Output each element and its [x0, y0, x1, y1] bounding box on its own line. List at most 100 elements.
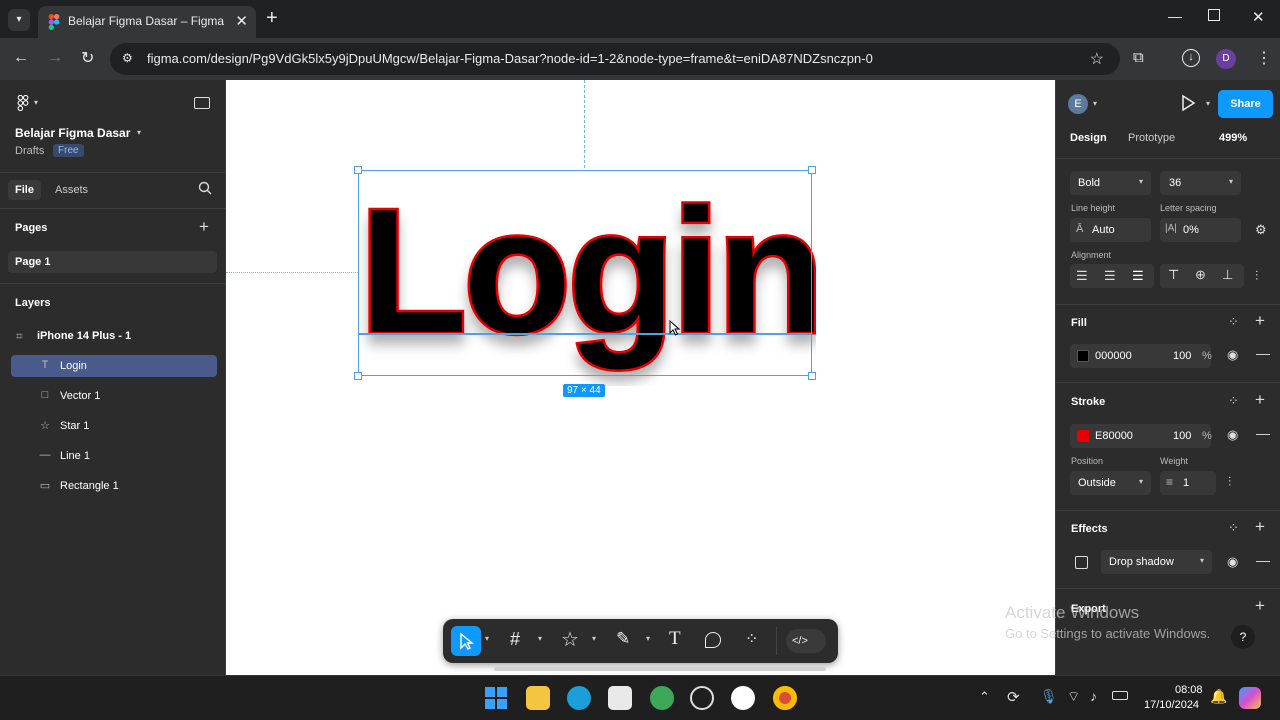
recording-app-icon[interactable] [690, 686, 714, 710]
layer-rectangle-1[interactable]: ▭ Rectangle 1 [11, 475, 217, 497]
type-settings-icon[interactable]: ⚙ [1255, 222, 1267, 238]
minimize-button[interactable]: — [1168, 8, 1182, 24]
effect-checkbox[interactable] [1075, 556, 1088, 569]
copilot-icon[interactable] [1239, 687, 1261, 709]
effect-type-select[interactable]: Drop shadow ▾ [1101, 550, 1212, 574]
resize-handle-top-right[interactable] [808, 166, 816, 174]
search-icon[interactable] [198, 181, 212, 195]
tab-file[interactable]: File [8, 180, 41, 200]
tab-prototype[interactable]: Prototype [1128, 132, 1175, 144]
layer-login[interactable]: T Login [11, 355, 217, 377]
media-player-icon[interactable] [731, 686, 755, 710]
fill-hex[interactable]: 000000 [1095, 350, 1132, 362]
design-canvas[interactable]: Login 97 × 44 ▾ # ▾ ☆ ▾ ✎ ▾ T ⁘ </> [226, 80, 1055, 675]
chevron-down-icon[interactable]: ▾ [485, 634, 489, 643]
edge-browser-icon[interactable] [567, 686, 591, 710]
file-name-chevron-icon[interactable]: ▾ [137, 128, 141, 137]
tab-search-button[interactable]: ▾ [8, 9, 30, 31]
chevron-down-icon[interactable]: ▾ [538, 634, 542, 643]
omnibox[interactable]: ⚙ figma.com/design/Pg9VdGk5lx5y9jDpuUMgc… [110, 43, 1120, 75]
align-bottom-icon[interactable]: ⊥ [1222, 267, 1233, 283]
chevron-down-icon[interactable]: ▾ [592, 634, 596, 643]
notifications-bell-icon[interactable]: 🔔 [1210, 688, 1227, 705]
shape-star-tool-icon[interactable]: ☆ [561, 627, 579, 652]
styles-grid-icon[interactable]: ⁘ [1228, 520, 1239, 536]
visibility-eye-icon[interactable]: ◉ [1227, 347, 1238, 363]
add-effect-icon[interactable]: + [1255, 517, 1265, 537]
extensions-icon[interactable]: ⧉ [1133, 49, 1144, 66]
store-icon[interactable] [608, 686, 632, 710]
page-item-page-1[interactable]: Page 1 [8, 251, 217, 273]
battery-icon[interactable] [1112, 691, 1128, 700]
resize-handle-top-left[interactable] [354, 166, 362, 174]
file-explorer-icon[interactable] [526, 686, 550, 710]
profile-avatar[interactable]: D [1216, 49, 1236, 69]
visibility-eye-icon[interactable]: ◉ [1227, 554, 1238, 570]
fill-swatch[interactable] [1077, 350, 1089, 362]
font-weight-select[interactable]: Bold ▾ [1070, 171, 1151, 195]
tab-design[interactable]: Design [1070, 132, 1107, 144]
wifi-icon[interactable]: ⌔ [1067, 688, 1080, 706]
close-tab-icon[interactable]: ✕ [235, 12, 248, 30]
chevron-down-icon[interactable]: ▾ [646, 634, 650, 643]
dev-mode-toggle[interactable]: </> [786, 629, 826, 653]
remove-fill-icon[interactable]: — [1256, 345, 1270, 361]
clock-date[interactable]: 17/10/2024 [1144, 699, 1199, 711]
stroke-hex[interactable]: E80000 [1095, 430, 1133, 442]
resize-handle-bottom-right[interactable] [808, 372, 816, 380]
align-right-icon[interactable]: ☰ [1132, 268, 1144, 284]
volume-icon[interactable]: ♪ [1090, 688, 1097, 704]
add-fill-icon[interactable]: + [1255, 311, 1265, 331]
layer-line-1[interactable]: — Line 1 [11, 445, 217, 467]
stroke-weight-field[interactable]: ≡ 1 [1160, 471, 1216, 495]
reload-icon[interactable]: ↻ [81, 48, 94, 68]
align-middle-icon[interactable]: ⊕ [1195, 267, 1206, 283]
visibility-eye-icon[interactable]: ◉ [1227, 427, 1238, 443]
chrome-icon[interactable] [773, 686, 797, 710]
help-button[interactable]: ? [1231, 625, 1255, 649]
stroke-settings-icon[interactable]: ⫶ [1228, 474, 1231, 490]
stroke-opacity[interactable]: 100 [1173, 430, 1191, 442]
chevron-up-icon[interactable]: ⌃ [979, 689, 990, 705]
remove-stroke-icon[interactable]: — [1256, 425, 1270, 441]
toggle-sidebar-icon[interactable] [194, 97, 210, 109]
styles-grid-icon[interactable]: ⁘ [1228, 314, 1239, 330]
microphone-icon[interactable]: 🎙 [1040, 688, 1058, 705]
sync-icon[interactable]: ⟳ [1007, 688, 1020, 706]
chevron-down-icon[interactable]: ▾ [1093, 99, 1097, 108]
close-window-button[interactable]: ✕ [1252, 8, 1265, 26]
horizontal-scrollbar[interactable] [494, 667, 826, 671]
chevron-down-icon[interactable]: ▾ [34, 98, 38, 107]
comment-tool-icon[interactable] [705, 632, 721, 648]
text-tool-icon[interactable]: T [669, 628, 681, 650]
pen-tool-icon[interactable]: ✎ [616, 629, 630, 649]
font-size-select[interactable]: 36 ▾ [1160, 171, 1241, 195]
align-center-icon[interactable]: ☰ [1104, 268, 1116, 284]
fill-color-field[interactable]: 000000 100 % [1070, 344, 1212, 368]
figma-main-menu-icon[interactable] [16, 95, 30, 111]
windows-start-icon[interactable] [485, 687, 507, 709]
bookmark-star-icon[interactable]: ☆ [1090, 49, 1104, 69]
add-export-icon[interactable]: + [1255, 596, 1265, 616]
add-stroke-icon[interactable]: + [1255, 390, 1265, 410]
layer-vector-1[interactable]: □ Vector 1 [11, 385, 217, 407]
tab-assets[interactable]: Assets [55, 184, 88, 196]
download-icon[interactable]: ↓ [1182, 49, 1200, 67]
text-options-icon[interactable]: ⫶ [1255, 268, 1258, 284]
present-play-icon[interactable] [1181, 95, 1195, 111]
browser-menu-icon[interactable]: ⋮ [1256, 48, 1272, 68]
stroke-position-select[interactable]: Outside ▾ [1070, 471, 1151, 495]
components-tool-icon[interactable]: ⁘ [745, 629, 758, 649]
user-avatar[interactable]: E [1068, 94, 1088, 114]
stroke-swatch[interactable] [1077, 430, 1089, 442]
stroke-color-field[interactable]: E80000 100 % [1070, 424, 1212, 448]
layer-star-1[interactable]: ☆ Star 1 [11, 415, 217, 437]
letter-spacing-field[interactable]: |A| 0% [1160, 218, 1241, 242]
new-tab-button[interactable]: + [266, 7, 278, 30]
share-button[interactable]: Share [1218, 90, 1273, 118]
chrome-profile-icon[interactable] [650, 686, 674, 710]
add-page-icon[interactable]: + [199, 217, 209, 237]
styles-grid-icon[interactable]: ⁘ [1228, 393, 1239, 409]
remove-effect-icon[interactable]: — [1256, 552, 1270, 568]
line-height-field[interactable]: Ā Auto [1070, 218, 1151, 242]
